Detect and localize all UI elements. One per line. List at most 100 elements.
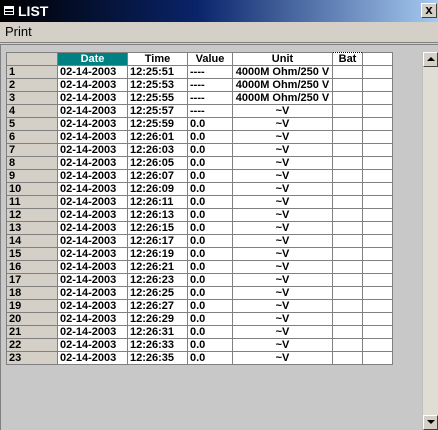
row-number-cell[interactable]: 2 — [6, 78, 58, 92]
bat-cell[interactable] — [332, 273, 363, 287]
date-cell[interactable]: 02-14-2003 — [57, 299, 128, 313]
table-row[interactable]: 1 02-14-2003 12:25:51 ---- 4000M Ohm/250 V — [6, 65, 393, 79]
bat-cell[interactable] — [332, 117, 363, 131]
value-cell[interactable]: 0.0 — [187, 195, 233, 209]
date-cell[interactable]: 02-14-2003 — [57, 78, 128, 92]
bat-cell[interactable] — [332, 351, 363, 365]
value-cell[interactable]: ---- — [187, 65, 233, 79]
header-bat[interactable]: Bat — [332, 52, 363, 66]
value-cell[interactable]: 0.0 — [187, 247, 233, 261]
time-cell[interactable]: 12:26:11 — [127, 195, 188, 209]
time-cell[interactable]: 12:25:59 — [127, 117, 188, 131]
row-number-cell[interactable]: 17 — [6, 273, 58, 287]
time-cell[interactable]: 12:26:31 — [127, 325, 188, 339]
row-number-cell[interactable]: 15 — [6, 247, 58, 261]
date-cell[interactable]: 02-14-2003 — [57, 338, 128, 352]
unit-cell[interactable]: ~V — [232, 208, 333, 222]
time-cell[interactable]: 12:26:23 — [127, 273, 188, 287]
table-row[interactable]: 15 02-14-2003 12:26:19 0.0 ~V — [6, 247, 393, 261]
row-number-cell[interactable]: 20 — [6, 312, 58, 326]
time-cell[interactable]: 12:26:19 — [127, 247, 188, 261]
bat-cell[interactable] — [332, 208, 363, 222]
value-cell[interactable]: 0.0 — [187, 221, 233, 235]
date-cell[interactable]: 02-14-2003 — [57, 143, 128, 157]
value-cell[interactable]: 0.0 — [187, 325, 233, 339]
table-row[interactable]: 2 02-14-2003 12:25:53 ---- 4000M Ohm/250 V — [6, 78, 393, 92]
row-number-cell[interactable]: 5 — [6, 117, 58, 131]
row-number-cell[interactable]: 10 — [6, 182, 58, 196]
unit-cell[interactable]: 4000M Ohm/250 V — [232, 65, 333, 79]
bat-cell[interactable] — [332, 91, 363, 105]
bat-cell[interactable] — [332, 195, 363, 209]
time-cell[interactable]: 12:26:05 — [127, 156, 188, 170]
date-cell[interactable]: 02-14-2003 — [57, 260, 128, 274]
unit-cell[interactable]: ~V — [232, 143, 333, 157]
row-number-cell[interactable]: 21 — [6, 325, 58, 339]
table-row[interactable]: 4 02-14-2003 12:25:57 ---- ~V — [6, 104, 393, 118]
time-cell[interactable]: 12:26:09 — [127, 182, 188, 196]
header-value[interactable]: Value — [187, 52, 233, 66]
unit-cell[interactable]: ~V — [232, 260, 333, 274]
bat-cell[interactable] — [332, 260, 363, 274]
table-row[interactable]: 21 02-14-2003 12:26:31 0.0 ~V — [6, 325, 393, 339]
table-row[interactable]: 5 02-14-2003 12:25:59 0.0 ~V — [6, 117, 393, 131]
time-cell[interactable]: 12:26:35 — [127, 351, 188, 365]
unit-cell[interactable]: ~V — [232, 299, 333, 313]
table-row[interactable]: 3 02-14-2003 12:25:55 ---- 4000M Ohm/250 V — [6, 91, 393, 105]
time-cell[interactable]: 12:26:13 — [127, 208, 188, 222]
row-number-cell[interactable]: 3 — [6, 91, 58, 105]
table-row[interactable]: 22 02-14-2003 12:26:33 0.0 ~V — [6, 338, 393, 352]
bat-cell[interactable] — [332, 156, 363, 170]
row-number-cell[interactable]: 22 — [6, 338, 58, 352]
row-number-cell[interactable]: 4 — [6, 104, 58, 118]
table-row[interactable]: 7 02-14-2003 12:26:03 0.0 ~V — [6, 143, 393, 157]
row-number-cell[interactable]: 18 — [6, 286, 58, 300]
table-row[interactable]: 6 02-14-2003 12:26:01 0.0 ~V — [6, 130, 393, 144]
bat-cell[interactable] — [332, 247, 363, 261]
bat-cell[interactable] — [332, 78, 363, 92]
date-cell[interactable]: 02-14-2003 — [57, 156, 128, 170]
unit-cell[interactable]: ~V — [232, 117, 333, 131]
scroll-down-button[interactable] — [423, 415, 438, 430]
unit-cell[interactable]: ~V — [232, 234, 333, 248]
unit-cell[interactable]: ~V — [232, 156, 333, 170]
bat-cell[interactable] — [332, 338, 363, 352]
table-row[interactable]: 19 02-14-2003 12:26:27 0.0 ~V — [6, 299, 393, 313]
date-cell[interactable]: 02-14-2003 — [57, 65, 128, 79]
table-row[interactable]: 20 02-14-2003 12:26:29 0.0 ~V — [6, 312, 393, 326]
time-cell[interactable]: 12:26:21 — [127, 260, 188, 274]
row-number-cell[interactable]: 12 — [6, 208, 58, 222]
bat-cell[interactable] — [332, 325, 363, 339]
value-cell[interactable]: 0.0 — [187, 338, 233, 352]
row-number-cell[interactable]: 8 — [6, 156, 58, 170]
unit-cell[interactable]: ~V — [232, 195, 333, 209]
table-row[interactable]: 10 02-14-2003 12:26:09 0.0 ~V — [6, 182, 393, 196]
table-row[interactable]: 11 02-14-2003 12:26:11 0.0 ~V — [6, 195, 393, 209]
unit-cell[interactable]: ~V — [232, 247, 333, 261]
value-cell[interactable]: 0.0 — [187, 299, 233, 313]
value-cell[interactable]: 0.0 — [187, 156, 233, 170]
value-cell[interactable]: 0.0 — [187, 143, 233, 157]
value-cell[interactable]: 0.0 — [187, 117, 233, 131]
table-row[interactable]: 8 02-14-2003 12:26:05 0.0 ~V — [6, 156, 393, 170]
unit-cell[interactable]: 4000M Ohm/250 V — [232, 91, 333, 105]
vertical-scrollbar[interactable] — [422, 52, 438, 430]
time-cell[interactable]: 12:26:01 — [127, 130, 188, 144]
unit-cell[interactable]: ~V — [232, 312, 333, 326]
bat-cell[interactable] — [332, 286, 363, 300]
value-cell[interactable]: 0.0 — [187, 260, 233, 274]
value-cell[interactable]: 0.0 — [187, 208, 233, 222]
row-number-cell[interactable]: 11 — [6, 195, 58, 209]
date-cell[interactable]: 02-14-2003 — [57, 325, 128, 339]
bat-cell[interactable] — [332, 143, 363, 157]
unit-cell[interactable]: ~V — [232, 338, 333, 352]
date-cell[interactable]: 02-14-2003 — [57, 273, 128, 287]
table-row[interactable]: 13 02-14-2003 12:26:15 0.0 ~V — [6, 221, 393, 235]
table-row[interactable]: 17 02-14-2003 12:26:23 0.0 ~V — [6, 273, 393, 287]
time-cell[interactable]: 12:26:15 — [127, 221, 188, 235]
date-cell[interactable]: 02-14-2003 — [57, 130, 128, 144]
date-cell[interactable]: 02-14-2003 — [57, 221, 128, 235]
unit-cell[interactable]: ~V — [232, 130, 333, 144]
value-cell[interactable]: 0.0 — [187, 130, 233, 144]
time-cell[interactable]: 12:25:57 — [127, 104, 188, 118]
